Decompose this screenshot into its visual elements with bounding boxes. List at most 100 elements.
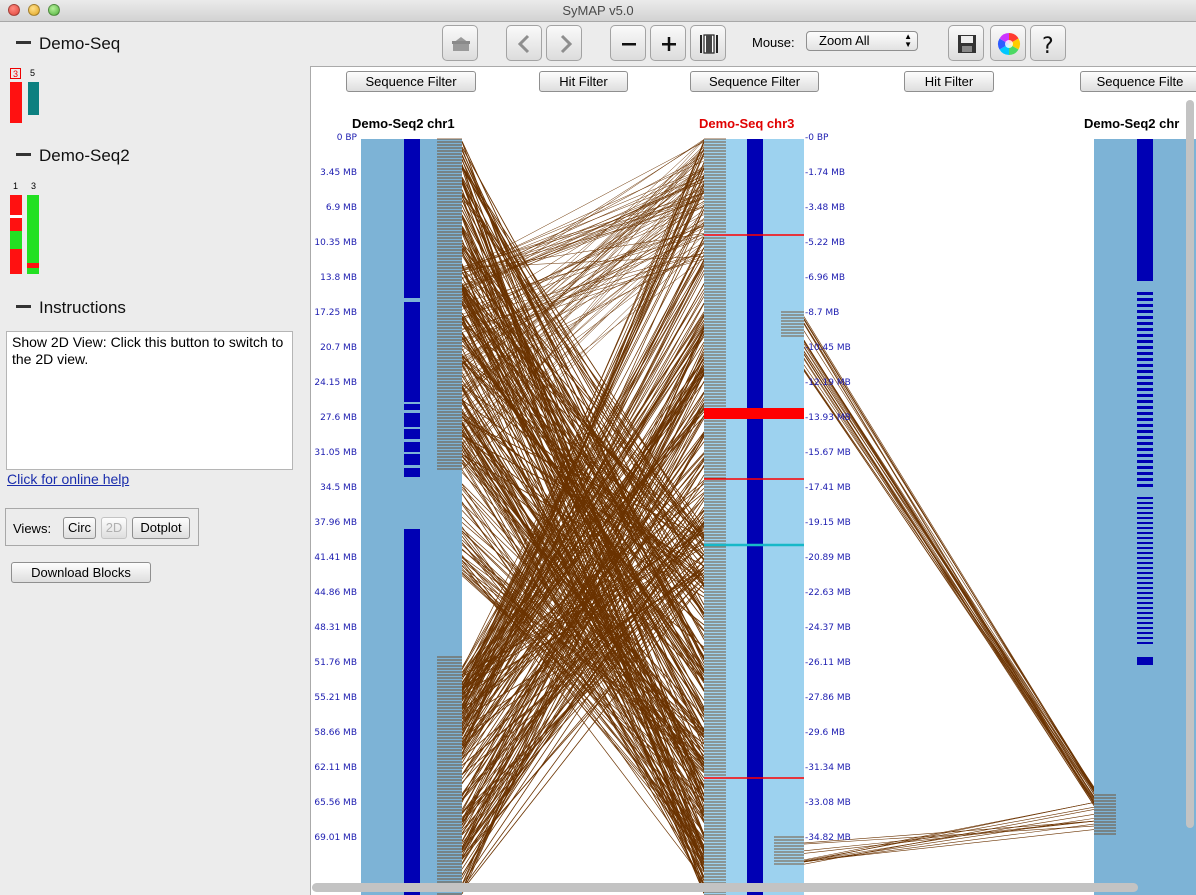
color-button[interactable]: [990, 25, 1026, 61]
gene-band-middle: [747, 139, 763, 895]
horizontal-scrollbar[interactable]: [312, 883, 1138, 892]
back-button[interactable]: [506, 25, 542, 61]
gene-mark: [1137, 622, 1153, 624]
gene-mark: [1137, 572, 1153, 574]
gene-mark: [1137, 418, 1153, 421]
gene-mark: [1137, 537, 1153, 539]
gene-mark: [1137, 424, 1153, 427]
chrom-bar-3[interactable]: [10, 82, 22, 123]
home-button[interactable]: [442, 25, 478, 61]
gene-gap: [404, 452, 420, 454]
gene-mark: [1137, 472, 1153, 475]
collapse-icon[interactable]: [16, 41, 31, 45]
gene-mark: [1137, 279, 1153, 281]
forward-button[interactable]: [546, 25, 582, 61]
highlight-block-red[interactable]: [704, 408, 804, 419]
middle-axis-tick: -19.15 MB: [805, 518, 851, 528]
gene-mark: [1137, 352, 1153, 355]
mouse-mode-select[interactable]: Zoom All ▲ ▼: [806, 31, 918, 51]
middle-axis-tick: -1.74 MB: [805, 168, 846, 178]
dotplot-view-button[interactable]: Dotplot: [132, 517, 190, 539]
gene-gap: [404, 298, 420, 302]
gene-mark: [1137, 507, 1153, 509]
gene-mark: [1137, 466, 1153, 469]
left-axis-tick: 31.05 MB: [314, 448, 357, 458]
middle-axis-tick: -17.41 MB: [805, 483, 851, 493]
gene-mark: [1137, 304, 1153, 307]
left-axis-tick: 41.41 MB: [314, 553, 357, 563]
online-help-link[interactable]: Click for online help: [7, 471, 129, 487]
collapse-icon[interactable]: [16, 153, 31, 157]
gene-gap: [404, 402, 420, 404]
middle-axis-tick: -34.82 MB: [805, 833, 851, 843]
left-axis-tick: 58.66 MB: [314, 728, 357, 738]
gene-mark: [1137, 334, 1153, 337]
gene-mark: [1137, 298, 1153, 301]
gene-mark: [1137, 364, 1153, 367]
left-axis-tick: 48.31 MB: [314, 623, 357, 633]
2d-view-canvas[interactable]: Sequence Filter Hit Filter Sequence Filt…: [310, 66, 1196, 895]
middle-axis-tick: -31.34 MB: [805, 763, 851, 773]
toolbar: Mouse: Zoom All ▲ ▼ ?: [310, 22, 1196, 66]
help-button[interactable]: ?: [1030, 25, 1066, 61]
gene-mark: [1137, 532, 1153, 534]
gene-mark: [1137, 394, 1153, 397]
chrom-label-5: 5: [30, 68, 36, 78]
download-blocks-button[interactable]: Download Blocks: [11, 562, 151, 583]
left-axis-tick: 55.21 MB: [314, 693, 357, 703]
vertical-scrollbar[interactable]: [1186, 100, 1194, 828]
save-icon: [958, 35, 976, 53]
gene-mark: [1137, 412, 1153, 415]
gene-mark: [1137, 358, 1153, 361]
title-bar: SyMAP v5.0: [0, 0, 1196, 22]
window-title: SyMAP v5.0: [562, 3, 634, 18]
gene-mark: [1137, 557, 1153, 559]
mouse-mode-label: Mouse:: [752, 35, 795, 50]
zoom-in-button[interactable]: [650, 25, 686, 61]
gene-mark: [1137, 497, 1153, 499]
gene-mark: [1137, 512, 1153, 514]
back-arrow-icon: [517, 34, 530, 54]
middle-axis-tick: -26.11 MB: [805, 658, 851, 668]
gene-mark: [1137, 430, 1153, 433]
chrom-bar-3-seq2[interactable]: [27, 195, 39, 274]
gene-mark: [1137, 310, 1153, 313]
fit-button[interactable]: [690, 25, 726, 61]
left-axis-tick: 17.25 MB: [314, 308, 357, 318]
gene-mark: [1137, 562, 1153, 564]
hit-line: [803, 359, 1095, 806]
zoom-out-button[interactable]: [610, 25, 646, 61]
left-axis-tick: 10.35 MB: [314, 238, 357, 248]
gene-mark: [1137, 346, 1153, 349]
middle-axis-tick: -20.89 MB: [805, 553, 851, 563]
circ-view-button[interactable]: Circ: [63, 517, 96, 539]
save-button[interactable]: [948, 25, 984, 61]
left-axis-tick: 0 BP: [336, 133, 357, 143]
gene-mark: [1137, 657, 1153, 665]
instructions-text: Show 2D View: Click this button to switc…: [6, 331, 293, 470]
left-axis-tick: 13.8 MB: [320, 273, 357, 283]
gene-mark: [1137, 376, 1153, 379]
chrom-bar-1[interactable]: [10, 195, 22, 274]
zoom-in-icon: [662, 37, 676, 51]
gene-mark: [1137, 547, 1153, 549]
gene-mark: [1137, 617, 1153, 619]
synteny-plot[interactable]: [311, 67, 1196, 895]
section-header-instructions[interactable]: Instructions: [16, 298, 126, 318]
section-header-demo-seq2[interactable]: Demo-Seq2: [16, 146, 130, 166]
gene-mark: [1137, 612, 1153, 614]
collapse-icon[interactable]: [16, 305, 31, 309]
select-arrows-icon: ▲ ▼: [904, 32, 912, 49]
middle-axis-tick: -33.08 MB: [805, 798, 851, 808]
gene-mark: [1137, 370, 1153, 373]
chrom-bar-5[interactable]: [28, 82, 39, 115]
gene-mark: [1137, 442, 1153, 445]
fit-icon: [700, 34, 718, 54]
gene-mark: [1137, 582, 1153, 584]
gene-mark: [1137, 340, 1153, 343]
section-header-demo-seq[interactable]: Demo-Seq: [16, 34, 120, 54]
gene-gap: [404, 410, 420, 413]
2d-view-button[interactable]: 2D: [101, 517, 127, 539]
middle-axis-tick: -27.86 MB: [805, 693, 851, 703]
middle-axis-tick: -12.19 MB: [805, 378, 851, 388]
